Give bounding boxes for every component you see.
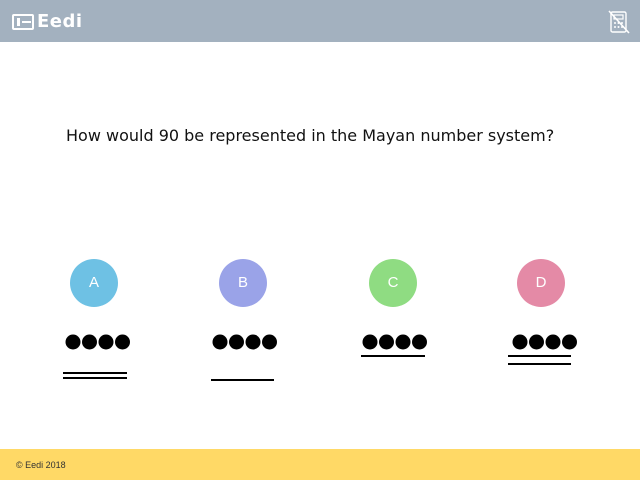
mayan-dot (98, 334, 114, 350)
option-b-badge: B (219, 259, 267, 307)
mayan-dot (262, 334, 277, 350)
logo-text: Eedi (37, 11, 83, 32)
mayan-dot (545, 334, 561, 350)
option-d-badge: D (517, 259, 565, 307)
mayan-dot (512, 334, 528, 350)
calculator-disabled-icon[interactable] (608, 10, 630, 34)
option-a-badge: A (70, 259, 118, 307)
eedi-logo[interactable]: Eedi (12, 11, 83, 32)
mayan-dot (65, 334, 81, 350)
answer-option-b[interactable]: B (193, 258, 293, 388)
mayan-dot (379, 334, 394, 350)
mayan-dot (395, 334, 411, 350)
mayan-dot (229, 334, 244, 350)
mayan-dot (115, 334, 130, 350)
mayan-dot (212, 334, 228, 350)
option-d-mayan-numeral (508, 334, 577, 365)
mayan-dot (82, 334, 97, 350)
answer-option-d[interactable]: D (491, 258, 591, 388)
mayan-dot (562, 334, 577, 350)
top-bar: Eedi (0, 0, 640, 42)
option-c-mayan-numeral (361, 334, 427, 357)
answer-option-c[interactable]: C (343, 258, 443, 388)
mayan-dot (362, 334, 378, 350)
mayan-dot (245, 334, 261, 350)
option-c-badge: C (369, 259, 417, 307)
option-b-mayan-numeral (211, 334, 277, 381)
copyright-text: © Eedi 2018 (16, 460, 66, 470)
answer-option-a[interactable]: A (44, 258, 144, 388)
question-text: How would 90 be represented in the Mayan… (66, 126, 555, 145)
mayan-dot (412, 334, 427, 350)
footer-bar (0, 449, 640, 480)
mayan-dot (529, 334, 544, 350)
option-a-mayan-numeral (63, 334, 130, 379)
eedi-logo-icon (12, 13, 34, 30)
